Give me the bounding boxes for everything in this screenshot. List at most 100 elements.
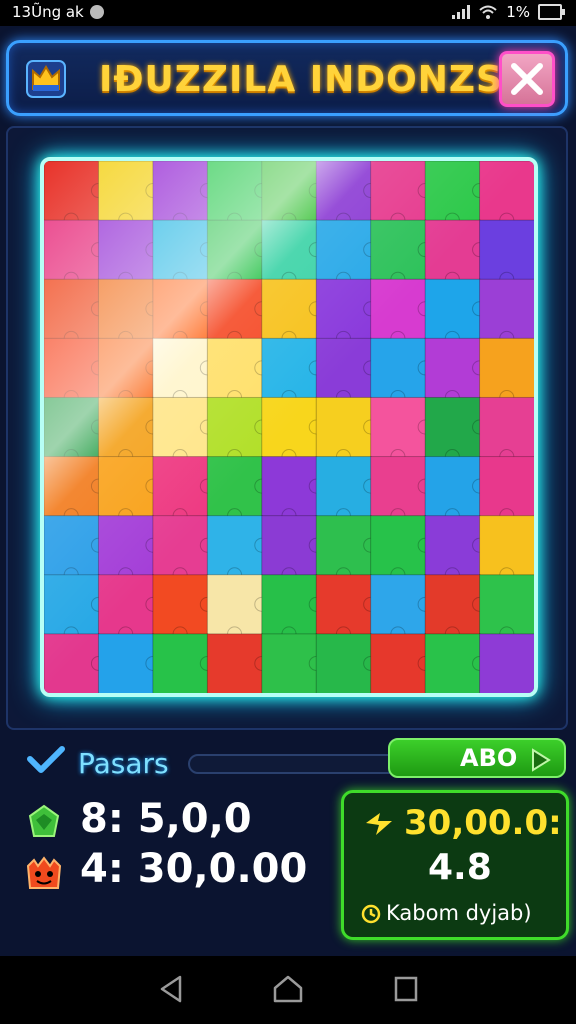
puzzle-piece[interactable] [206, 337, 270, 405]
play-icon [532, 748, 551, 772]
puzzle-piece[interactable] [44, 456, 106, 524]
puzzle-piece[interactable] [370, 337, 433, 405]
puzzle-piece[interactable] [261, 219, 324, 287]
puzzle-piece[interactable] [152, 515, 215, 583]
puzzle-piece[interactable] [424, 278, 488, 346]
puzzle-piece[interactable] [97, 337, 161, 405]
puzzle-piece[interactable] [261, 396, 324, 465]
puzzle-piece[interactable] [315, 456, 379, 524]
puzzle-piece[interactable] [97, 574, 161, 642]
puzzle-piece[interactable] [370, 278, 433, 346]
puzzle-piece[interactable] [479, 515, 534, 583]
puzzle-piece[interactable] [315, 515, 379, 583]
puzzle-piece[interactable] [370, 161, 433, 228]
puzzle-piece[interactable] [44, 633, 106, 693]
puzzle-piece[interactable] [370, 574, 433, 642]
recents-icon[interactable] [392, 974, 420, 1004]
abo-button-label: ABO [460, 744, 518, 772]
puzzle-piece[interactable] [206, 161, 270, 228]
puzzle-piece[interactable] [370, 396, 433, 465]
puzzle-piece[interactable] [315, 278, 379, 346]
puzzle-piece[interactable] [261, 574, 324, 642]
wifi-icon [479, 5, 497, 19]
puzzle-piece[interactable] [206, 574, 270, 642]
puzzle-piece[interactable] [44, 278, 106, 346]
puzzle-piece[interactable] [44, 574, 106, 642]
puzzle-piece[interactable] [44, 337, 106, 405]
puzzle-piece[interactable] [424, 515, 488, 583]
puzzle-piece[interactable] [315, 633, 379, 693]
puzzle-piece[interactable] [152, 574, 215, 642]
puzzle-piece[interactable] [479, 396, 534, 465]
puzzle-piece[interactable] [152, 161, 215, 228]
puzzle-piece[interactable] [261, 161, 324, 228]
stat-monsters-text: 4: 30,0.00 [80, 846, 308, 892]
puzzle-piece[interactable] [315, 161, 379, 228]
puzzle-piece[interactable] [206, 278, 270, 346]
puzzle-piece[interactable] [479, 278, 534, 346]
puzzle-piece[interactable] [370, 456, 433, 524]
home-icon[interactable] [272, 974, 304, 1004]
close-button[interactable] [499, 51, 555, 107]
puzzle-piece[interactable] [424, 396, 488, 465]
puzzle-piece[interactable] [152, 396, 215, 465]
puzzle-piece[interactable] [261, 337, 324, 405]
green-gem-icon [28, 804, 60, 837]
puzzle-piece[interactable] [370, 515, 433, 583]
puzzle-piece[interactable] [479, 456, 534, 524]
puzzle-piece[interactable] [206, 515, 270, 583]
puzzle-piece[interactable] [370, 219, 433, 287]
puzzle-piece[interactable] [370, 633, 433, 693]
puzzle-grid[interactable] [44, 161, 534, 693]
puzzle-piece[interactable] [44, 396, 106, 465]
reward-caption: Kabom dyjab) [386, 901, 532, 925]
puzzle-piece[interactable] [152, 337, 215, 405]
puzzle-piece[interactable] [152, 219, 215, 287]
puzzle-piece[interactable] [479, 574, 534, 642]
puzzle-piece[interactable] [44, 219, 106, 287]
puzzle-piece[interactable] [479, 633, 534, 693]
puzzle-board[interactable] [40, 157, 538, 697]
puzzle-piece[interactable] [261, 633, 324, 693]
puzzle-piece[interactable] [206, 396, 270, 465]
puzzle-piece[interactable] [206, 219, 270, 287]
puzzle-piece[interactable] [44, 515, 106, 583]
puzzle-piece[interactable] [315, 574, 379, 642]
puzzle-piece[interactable] [424, 161, 488, 228]
puzzle-piece[interactable] [424, 574, 488, 642]
page-title: IĐUZZILA INDONZSIA [99, 59, 547, 100]
puzzle-piece[interactable] [97, 456, 161, 524]
puzzle-piece[interactable] [97, 515, 161, 583]
puzzle-piece[interactable] [152, 456, 215, 524]
puzzle-piece[interactable] [44, 161, 106, 228]
puzzle-piece[interactable] [261, 456, 324, 524]
puzzle-piece[interactable] [152, 633, 215, 693]
puzzle-piece[interactable] [424, 219, 488, 287]
puzzle-piece[interactable] [424, 633, 488, 693]
reward-amount: 30,00.0: [404, 803, 562, 843]
reward-panel[interactable]: 30,00.0: 4.8 Kabom dyjab) [341, 790, 569, 940]
puzzle-piece[interactable] [261, 278, 324, 346]
puzzle-piece[interactable] [315, 396, 379, 465]
back-icon[interactable] [158, 974, 184, 1004]
puzzle-piece[interactable] [261, 515, 324, 583]
puzzle-piece[interactable] [206, 633, 270, 693]
puzzle-piece[interactable] [206, 456, 270, 524]
puzzle-piece[interactable] [97, 161, 161, 228]
puzzle-piece[interactable] [97, 219, 161, 287]
puzzle-piece[interactable] [479, 161, 534, 228]
puzzle-piece[interactable] [479, 337, 534, 405]
puzzle-piece[interactable] [97, 633, 161, 693]
header: IĐUZZILA INDONZSIA [6, 40, 568, 116]
puzzle-piece[interactable] [152, 278, 215, 346]
puzzle-piece[interactable] [424, 456, 488, 524]
puzzle-piece[interactable] [479, 219, 534, 287]
puzzle-piece[interactable] [97, 396, 161, 465]
abo-button[interactable]: ABO [388, 738, 566, 778]
puzzle-piece[interactable] [315, 219, 379, 287]
crown-puzzle-icon [26, 60, 66, 98]
battery-icon [538, 4, 565, 20]
puzzle-piece[interactable] [424, 337, 488, 405]
puzzle-piece[interactable] [97, 278, 161, 346]
puzzle-piece[interactable] [315, 337, 379, 405]
